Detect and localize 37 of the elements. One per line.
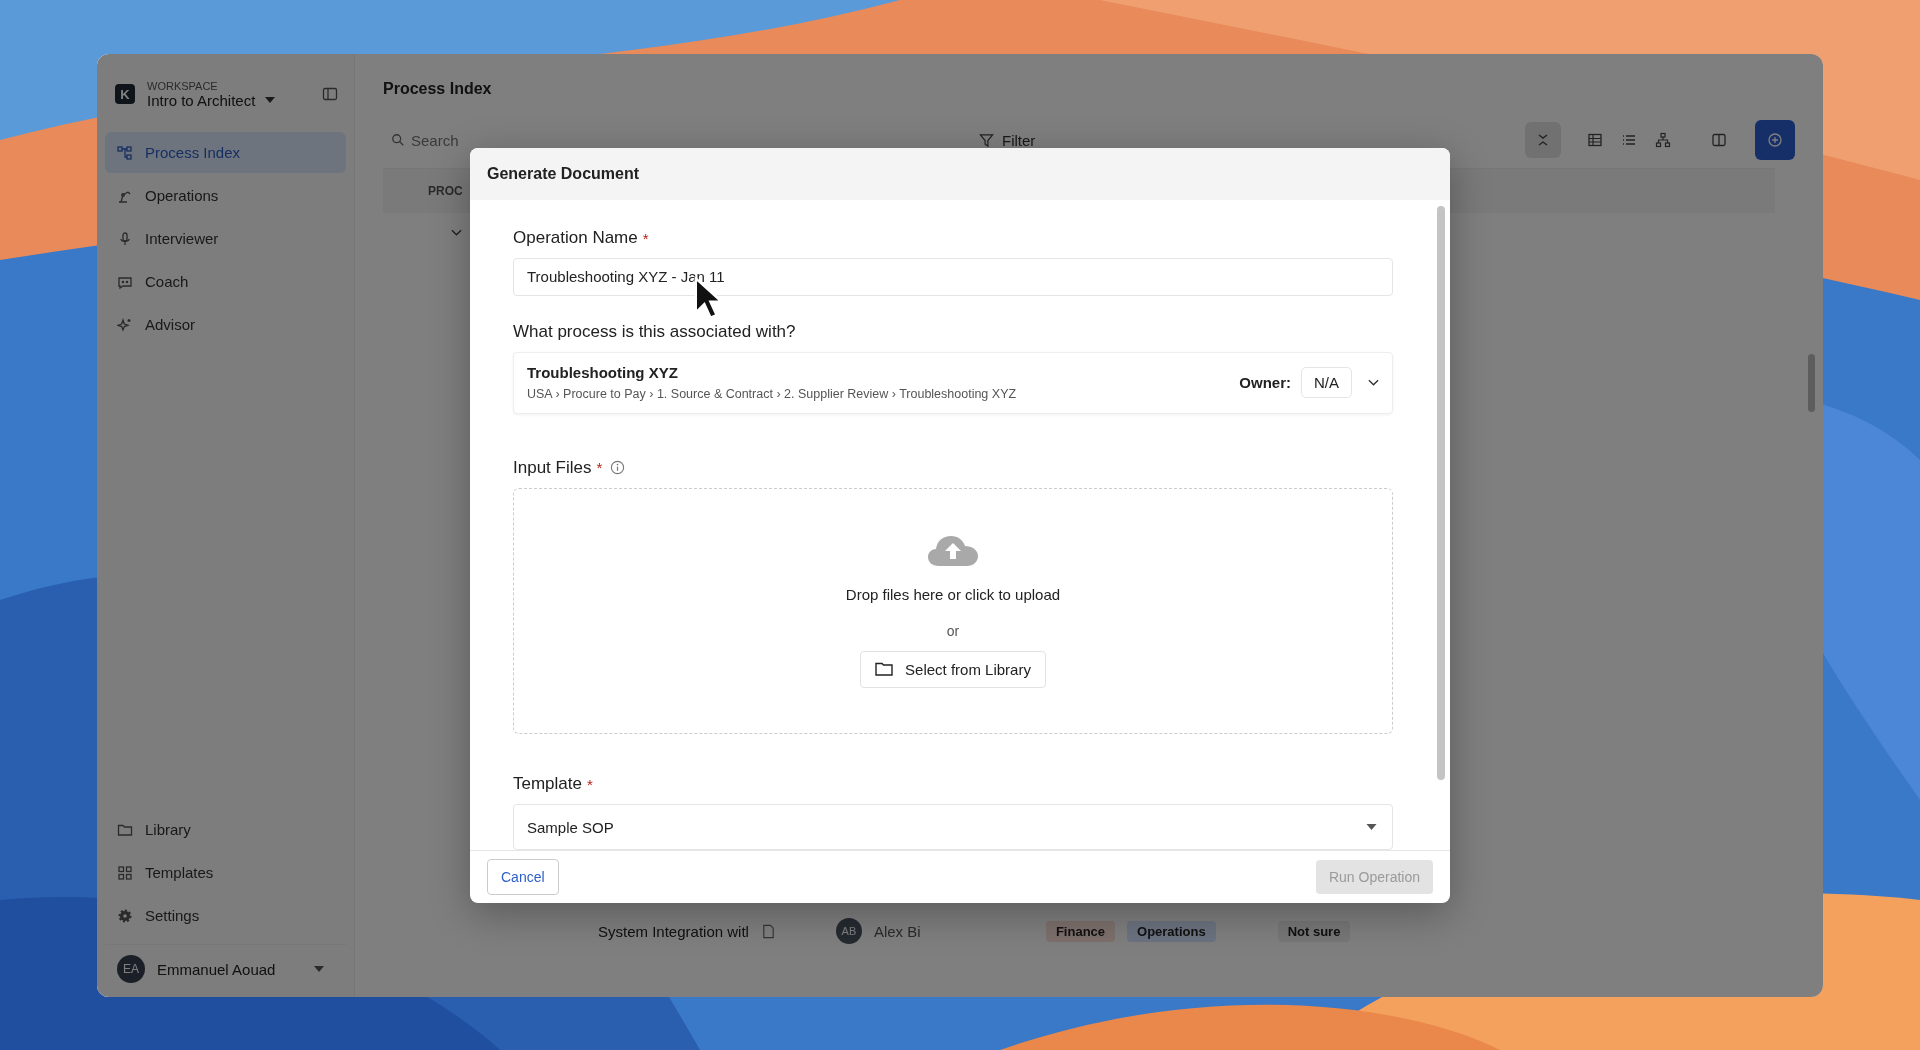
page-title: Process Index <box>383 79 493 99</box>
field-label: Operation Name <box>513 228 638 248</box>
file-drop-zone[interactable]: Drop files here or click to upload or Select from Library <box>513 487 1393 735</box>
nav-item[interactable]: Templates <box>105 852 346 893</box>
field-label: Template <box>513 774 582 795</box>
status-tag: Not sure <box>1277 920 1351 942</box>
nav-item[interactable]: Process Index <box>105 132 346 173</box>
nav-item[interactable]: Settings <box>105 895 346 936</box>
column-header: PROC <box>428 184 463 198</box>
required-mark: * <box>642 229 649 247</box>
template-dropdown[interactable]: Sample SOP <box>513 804 1393 850</box>
process-selector[interactable]: Troubleshooting XYZ USA › Procure to Pay › 1. Source & Contract › 2. Supplier Review › Troubleshooting XYZ Owner: N/A <box>513 351 1393 414</box>
owner-name: Alex Bi <box>873 922 922 940</box>
required-mark: * <box>587 775 593 793</box>
filter-button[interactable]: Filter <box>973 130 1042 150</box>
owner-avatar: AB <box>835 918 862 944</box>
cancel-button[interactable]: Cancel <box>487 859 559 895</box>
dialog-title: Generate Document <box>487 165 640 183</box>
drop-instructions: Drop files here or click to upload <box>845 585 1061 603</box>
select-from-library-button[interactable]: Select from Library <box>860 650 1046 688</box>
field-label: What process is this associated with? <box>513 321 796 342</box>
tag: Operations <box>1127 920 1216 942</box>
user-name: Emmanuel Aouad <box>157 960 277 978</box>
or-separator: or <box>946 622 960 639</box>
tag: Finance <box>1045 920 1116 942</box>
nav-item[interactable]: Operations <box>105 175 346 216</box>
nav-item[interactable]: Library <box>105 809 346 850</box>
nav-item[interactable]: Coach <box>105 261 346 302</box>
workspace-label: WORKSPACE <box>147 79 219 92</box>
workspace-dropdown[interactable]: Intro to Architect <box>147 91 310 109</box>
field-label: Input Files <box>513 457 592 478</box>
app-logo: K <box>115 84 135 104</box>
process-name: System Integration witl <box>598 922 749 940</box>
nav-item[interactable]: Advisor <box>105 304 346 345</box>
required-mark: * <box>596 459 603 476</box>
nav-item[interactable]: Interviewer <box>105 218 346 259</box>
user-avatar: EA <box>117 955 145 983</box>
